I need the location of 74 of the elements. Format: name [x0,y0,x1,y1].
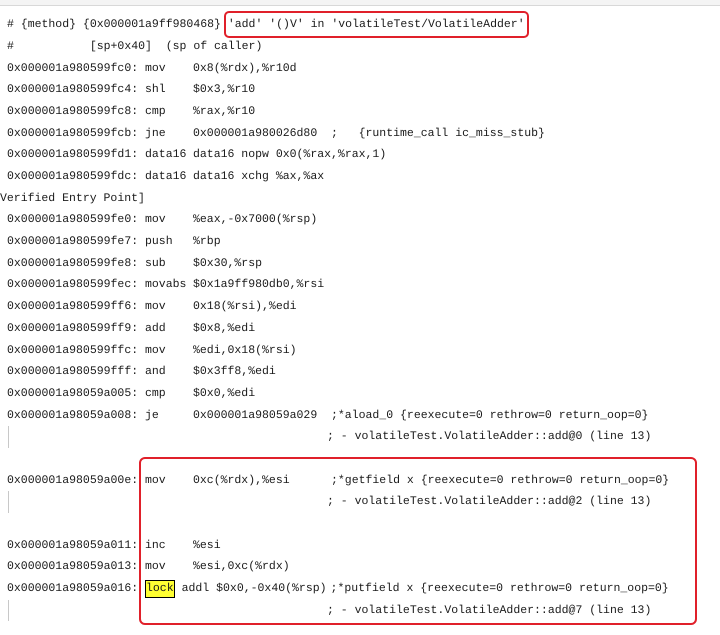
instruction-mnemonic: mov [145,299,167,316]
instruction-mnemonic: inc [145,538,167,554]
instruction-operands: %esi,0xc(%rdx) [193,559,291,576]
instruction-mnemonic: movabs [145,277,188,294]
highlighted-signature: 'add' '()V' in 'volatileTest/VolatileAdder' [224,11,529,38]
instruction-mnemonic: data16 [145,147,188,164]
instruction-operands: %eax,-0x7000(%rsp) [193,212,318,228]
instruction-operands: 0x000001a980026d80 [193,126,318,142]
fold-guide [8,426,9,448]
instruction-address: 0x000001a980599fd1: [7,147,140,164]
instruction-mnemonic: cmp [145,104,167,120]
instruction-address: 0x000001a98059a013: [7,559,140,576]
instruction-operands: %edi,0x18(%rsi) [193,342,298,359]
instruction-address: 0x000001a980599fe0: [7,212,140,228]
fold-guide [8,600,9,622]
instruction-operands: %esi [193,538,222,554]
instruction-address: 0x000001a98059a011: [7,538,140,554]
instruction-operands: $0x1a9ff980db0,%rsi [193,277,326,294]
code-comment: ; {runtime_call ic_miss_stub} [330,126,545,142]
instruction-mnemonic: je [145,408,160,424]
instruction-operands: addl $0x0,-0x40(%rsp) [182,581,327,598]
instruction-address: 0x000001a980599fe8: [7,256,140,272]
instruction-operands: $0x3ff8,%edi [193,364,277,380]
section-label: Verified Entry Point] [0,190,145,207]
instruction-operands: 0x8(%rdx),%r10d [193,60,298,77]
instruction-operands: $0x0,%edi [193,386,256,402]
instruction-address: 0x000001a98059a005: [7,386,140,402]
instruction-operands: data16 nopw 0x0(%rax,%rax,1) [193,147,386,164]
code-comment: ;*putfield x {reexecute=0 rethrow=0 return_oop=0} [330,581,669,598]
instruction-operands: $0x30,%rsp [193,256,264,272]
instruction-address: 0x000001a980599ff9: [7,320,140,337]
instruction-address: 0x000001a980599ffc: [7,342,140,359]
instruction-address: 0x000001a980599fcb: [7,126,140,142]
code-comment: ; - volatileTest.VolatileAdder::add@2 (line 13) [326,494,652,510]
instruction-address: 0x000001a98059a00e: [7,472,140,489]
instruction-mnemonic: lock [145,580,175,598]
code-line: # {method} {0x000001a9ff980468} [7,17,222,34]
instruction-address: 0x000001a980599fc0: [7,60,140,77]
instruction-mnemonic: mov [145,342,167,359]
instruction-operands: $0x3,%r10 [193,82,256,98]
instruction-mnemonic: mov [145,212,167,228]
instruction-mnemonic: mov [145,60,167,77]
instruction-mnemonic: shl [145,82,167,98]
instruction-operands: 0x18(%rsi),%edi [193,299,298,316]
instruction-address: 0x000001a980599fc4: [7,82,140,98]
instruction-mnemonic: mov [145,472,167,489]
instruction-operands: $0x8,%edi [193,320,256,337]
instruction-mnemonic: data16 [145,169,188,186]
instruction-operands: data16 xchg %ax,%ax [193,169,326,186]
instruction-operands: %rax,%r10 [193,104,256,120]
instruction-operands: %rbp [193,234,222,250]
instruction-mnemonic: jne [145,126,167,142]
code-line: # [sp+0x40] (sp of caller) [7,38,262,55]
instruction-address: 0x000001a980599fe7: [7,234,140,250]
instruction-mnemonic: sub [145,256,167,272]
instruction-address: 0x000001a980599fdc: [7,169,140,186]
instruction-mnemonic: push [145,234,174,250]
instruction-address: 0x000001a980599fc8: [7,104,140,120]
instruction-mnemonic: mov [145,559,167,576]
instruction-mnemonic: add [145,320,167,337]
instruction-mnemonic: cmp [145,386,167,402]
instruction-address: 0x000001a98059a016: [7,581,140,598]
instruction-operands: 0xc(%rdx),%esi [193,472,291,489]
instruction-address: 0x000001a98059a008: [7,408,140,424]
code-comment: ; - volatileTest.VolatileAdder::add@7 (line 13) [326,602,652,619]
fold-guide [8,491,9,513]
code-comment: ;*aload_0 {reexecute=0 rethrow=0 return_oop=0} [330,408,648,424]
instruction-address: 0x000001a980599fec: [7,277,140,294]
code-comment: ;*getfield x {reexecute=0 rethrow=0 return_oop=0} [330,472,670,489]
instruction-operands: 0x000001a98059a029 [193,408,318,424]
instruction-address: 0x000001a980599ff6: [7,299,140,316]
instruction-address: 0x000001a980599fff: [7,364,140,380]
code-comment: ; - volatileTest.VolatileAdder::add@0 (line 13) [326,429,652,446]
instruction-mnemonic: and [145,364,167,380]
